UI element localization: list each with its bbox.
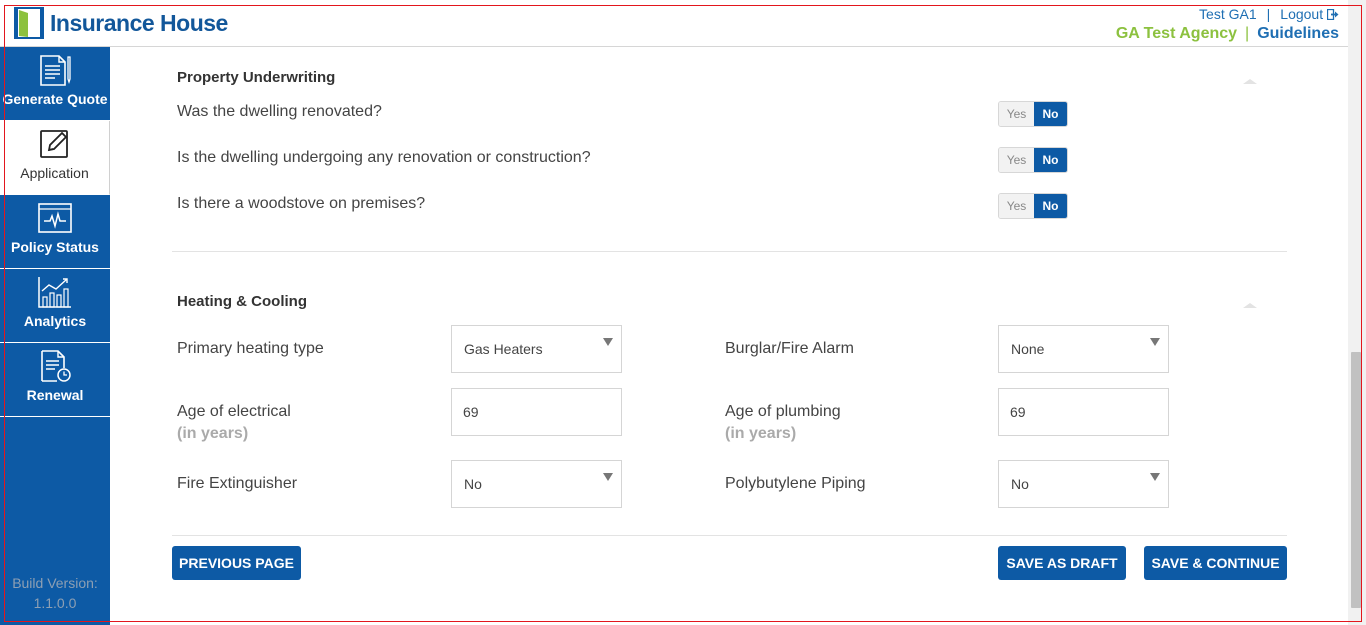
agency-separator: | [1245,25,1250,42]
sidebar-item-policy-status[interactable]: Policy Status [0,195,110,269]
sidebar-item-label: Generate Quote [2,91,108,107]
question-renovated: Was the dwelling renovated? [177,103,382,120]
electrical-age-input[interactable]: 69 [451,388,622,436]
select-value: No [464,476,482,492]
build-version: Build Version: 1.1.0.0 [0,573,110,613]
analytics-icon [38,277,71,308]
sidebar-item-label: Analytics [23,313,87,329]
select-value: No [1011,476,1029,492]
select-value: Gas Heaters [464,341,543,357]
section-divider [172,251,1287,252]
monitor-pulse-icon [38,203,72,233]
sidebar-item-analytics[interactable]: Analytics [0,269,110,343]
sidebar-item-label: Renewal [26,387,84,403]
alarm-select[interactable]: None [998,325,1169,373]
scrollbar-thumb[interactable] [1351,352,1361,608]
question-renovation-construction: Is the dwelling undergoing any renovatio… [177,149,591,166]
user-name-link[interactable]: Test GA1 [1199,6,1257,22]
primary-heating-label: Primary heating type [177,340,324,357]
toggle-no-option[interactable]: No [1033,102,1067,126]
sidebar-item-renewal[interactable]: Renewal [0,343,110,417]
toggle-yes-option[interactable]: Yes [999,148,1034,172]
plumbing-age-unit: (in years) [725,425,797,442]
toggle-renovated: Yes No [998,101,1068,127]
input-value: 69 [463,404,479,420]
brand-name: Insurance House [50,9,228,36]
question-woodstove: Is there a woodstove on premises? [177,195,426,212]
toggle-no-option[interactable]: No [1033,194,1067,218]
sidebar-item-label: Policy Status [11,239,99,255]
primary-heating-select[interactable]: Gas Heaters [451,325,622,373]
brand-logo[interactable]: Insurance House [13,6,228,40]
save-continue-button[interactable]: SAVE & CONTINUE [1144,546,1287,580]
toggle-no-option[interactable]: No [1033,148,1067,172]
plumbing-age-label: Age of plumbing (in years) [725,401,841,445]
electrical-age-unit: (in years) [177,425,249,442]
plumbing-age-input[interactable]: 69 [998,388,1169,436]
electrical-age-label: Age of electrical (in years) [177,401,291,445]
section-title-property-underwriting: Property Underwriting [177,69,336,86]
sidebar: Generate Quote Application Policy Status… [0,47,110,625]
chevron-down-icon [603,338,613,346]
logout-link[interactable]: Logout [1280,6,1339,22]
plumbing-age-label-text: Age of plumbing [725,403,841,420]
chevron-down-icon [1150,473,1160,481]
toggle-yes-option[interactable]: Yes [999,102,1034,126]
user-links: Test GA1 | Logout [1199,6,1339,22]
document-clock-icon [41,350,71,382]
document-list-icon [40,55,71,86]
chevron-down-icon [603,473,613,481]
guidelines-link[interactable]: Guidelines [1257,25,1339,43]
alarm-label: Burglar/Fire Alarm [725,340,854,357]
input-value: 69 [1010,404,1026,420]
select-value: None [1011,341,1045,357]
toggle-yes-option[interactable]: Yes [999,194,1034,218]
build-version-number: 1.1.0.0 [33,595,77,611]
electrical-age-label-text: Age of electrical [177,403,291,420]
logo-icon [14,7,44,39]
chevron-down-icon [1150,338,1160,346]
footer-divider [172,535,1287,536]
app-header: Insurance House Test GA1 | Logout GA Tes… [0,0,1348,47]
fire-extinguisher-label: Fire Extinguisher [177,475,298,492]
collapse-caret-icon[interactable] [1243,79,1257,84]
highlight-frame [4,5,1362,622]
sidebar-item-generate-quote[interactable]: Generate Quote [0,47,110,121]
previous-page-button[interactable]: PREVIOUS PAGE [172,546,301,580]
logout-label: Logout [1280,6,1324,22]
toggle-renovation-construction: Yes No [998,147,1068,173]
toggle-woodstove: Yes No [998,193,1068,219]
edit-icon [40,130,68,158]
logout-icon [1326,8,1339,21]
save-as-draft-button[interactable]: SAVE AS DRAFT [998,546,1126,580]
sidebar-item-label: Application [20,165,89,181]
user-links-separator: | [1266,6,1271,22]
collapse-caret-icon[interactable] [1243,303,1257,308]
polybutylene-piping-select[interactable]: No [998,460,1169,508]
section-title-heating-cooling: Heating & Cooling [177,293,307,310]
sidebar-item-application[interactable]: Application [0,121,110,195]
agency-line: GA Test Agency | Guidelines [1116,25,1339,43]
build-version-label: Build Version: [12,575,98,591]
agency-name: GA Test Agency [1115,25,1238,42]
fire-extinguisher-select[interactable]: No [451,460,622,508]
polybutylene-piping-label: Polybutylene Piping [725,475,866,492]
